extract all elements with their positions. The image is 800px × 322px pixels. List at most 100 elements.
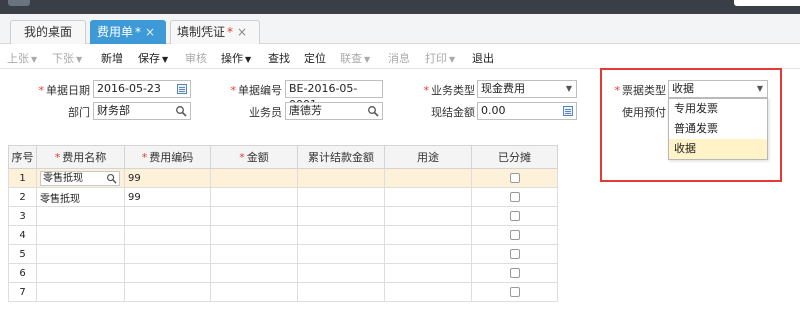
table-row[interactable]: 2 零售抵现 99 (8, 187, 558, 207)
table-row[interactable]: 5 (8, 244, 558, 264)
col-header-allocated[interactable]: 已分摊 (471, 145, 558, 169)
amount-cell[interactable] (210, 168, 298, 188)
tab-label: 填制凭证 (177, 25, 226, 39)
dropdown-arrow-icon: ▼ (565, 84, 572, 93)
tab-desktop[interactable]: 我的桌面 (10, 20, 86, 44)
cash-field[interactable]: 0.00 (477, 102, 577, 120)
amount-cell[interactable] (210, 263, 298, 283)
expense-name-cell[interactable] (36, 206, 125, 226)
settled-cell (297, 244, 385, 264)
amount-cell[interactable] (210, 244, 298, 264)
biz-type-select[interactable]: 现金费用 ▼ (477, 80, 577, 98)
close-icon[interactable]: × (237, 25, 247, 39)
table-row[interactable]: 3 (8, 206, 558, 226)
row-number: 1 (8, 168, 37, 188)
expense-name-cell[interactable]: 零售抵现 (36, 168, 125, 188)
expense-code-cell[interactable] (124, 225, 211, 245)
checkbox-icon[interactable] (509, 267, 520, 278)
calendar-icon[interactable] (177, 84, 187, 94)
next-button[interactable]: 下张 ▼ (52, 50, 82, 66)
bill-no-label: * 单据编号 (230, 84, 283, 97)
app-logo (8, 0, 30, 6)
table-header-row: 序号 * 费用名称 * 费用编码 * 金额 累计结款金额 用途 已分摊 (8, 145, 558, 169)
calculator-icon[interactable] (563, 106, 573, 116)
expense-name-input[interactable]: 零售抵现 (40, 170, 120, 186)
tab-expense-bill[interactable]: 费用单 * × (90, 20, 166, 44)
expense-code-cell[interactable]: 99 (124, 187, 211, 207)
row-number: 3 (8, 206, 37, 226)
purpose-cell[interactable] (384, 187, 472, 207)
audit-button[interactable]: 审核 (185, 50, 207, 66)
tab-label: 费用单 (97, 25, 134, 39)
link-query-button[interactable]: 联查 ▼ (340, 50, 370, 66)
expense-code-cell[interactable] (124, 244, 211, 264)
annotation-highlight-box (600, 68, 782, 182)
checkbox-icon[interactable] (509, 229, 520, 240)
col-header-no: 序号 (8, 145, 37, 169)
save-button[interactable]: 保存 ▼ (138, 50, 168, 66)
expense-code-cell[interactable] (124, 263, 211, 283)
expense-code-cell[interactable] (124, 282, 211, 302)
col-header-name[interactable]: * 费用名称 (36, 145, 125, 169)
staff-field[interactable]: 唐德芳 (285, 102, 383, 120)
prev-button[interactable]: 上张 ▼ (7, 50, 37, 66)
amount-cell[interactable] (210, 282, 298, 302)
search-icon[interactable] (367, 105, 379, 117)
search-icon[interactable] (106, 173, 117, 184)
expense-name-cell[interactable] (36, 225, 125, 245)
unsaved-marker: * (227, 25, 234, 39)
table-row[interactable]: 7 (8, 282, 558, 302)
expense-name-cell[interactable] (36, 244, 125, 264)
close-icon[interactable]: × (145, 25, 155, 39)
exit-button[interactable]: 退出 (472, 50, 494, 66)
allocated-cell (471, 168, 558, 188)
allocated-cell (471, 282, 558, 302)
tab-voucher[interactable]: 填制凭证 * × (170, 20, 260, 44)
message-button[interactable]: 消息 (388, 50, 410, 66)
find-button[interactable]: 查找 (268, 50, 290, 66)
col-header-code[interactable]: * 费用编码 (124, 145, 211, 169)
add-button[interactable]: 新增 (101, 50, 123, 66)
col-header-purpose[interactable]: 用途 (384, 145, 472, 169)
col-header-settled[interactable]: 累计结款金额 (297, 145, 385, 169)
purpose-cell[interactable] (384, 244, 472, 264)
settled-cell (297, 282, 385, 302)
allocated-cell (471, 225, 558, 245)
app-top-bar (0, 0, 800, 14)
expense-name-cell[interactable] (36, 282, 125, 302)
row-number: 4 (8, 225, 37, 245)
checkbox-icon[interactable] (509, 172, 520, 183)
dept-field[interactable]: 财务部 (93, 102, 191, 120)
top-search-box[interactable] (734, 0, 800, 6)
expense-code-cell[interactable]: 99 (124, 168, 211, 188)
col-header-amount[interactable]: * 金额 (210, 145, 298, 169)
purpose-cell[interactable] (384, 263, 472, 283)
table-row[interactable]: 6 (8, 263, 558, 283)
purpose-cell[interactable] (384, 168, 472, 188)
tab-label: 我的桌面 (23, 25, 72, 39)
toolbar: 上张 ▼ 下张 ▼ 新增 保存 ▼ 审核 操作 ▼ 查找 定位 联查 ▼ 消息 打印 ▼ 退… (0, 45, 800, 69)
expense-name-cell[interactable]: 零售抵现 (36, 187, 125, 207)
row-number: 2 (8, 187, 37, 207)
purpose-cell[interactable] (384, 225, 472, 245)
checkbox-icon[interactable] (509, 210, 520, 221)
table-row[interactable]: 1 零售抵现 99 (8, 168, 558, 188)
locate-button[interactable]: 定位 (304, 50, 326, 66)
date-field[interactable]: 2016-05-23 (93, 80, 191, 98)
table-row[interactable]: 4 (8, 225, 558, 245)
expense-code-cell[interactable] (124, 206, 211, 226)
tab-bar: 我的桌面 费用单 * × 填制凭证 * × (0, 14, 800, 44)
amount-cell[interactable] (210, 206, 298, 226)
purpose-cell[interactable] (384, 282, 472, 302)
checkbox-icon[interactable] (509, 286, 520, 297)
checkbox-icon[interactable] (509, 191, 520, 202)
operate-button[interactable]: 操作 ▼ (221, 50, 251, 66)
checkbox-icon[interactable] (509, 248, 520, 259)
amount-cell[interactable] (210, 187, 298, 207)
expense-name-cell[interactable] (36, 263, 125, 283)
bill-no-field[interactable]: BE-2016-05-0001 (285, 80, 383, 111)
print-button[interactable]: 打印 ▼ (425, 50, 455, 66)
purpose-cell[interactable] (384, 206, 472, 226)
search-icon[interactable] (175, 105, 187, 117)
amount-cell[interactable] (210, 225, 298, 245)
